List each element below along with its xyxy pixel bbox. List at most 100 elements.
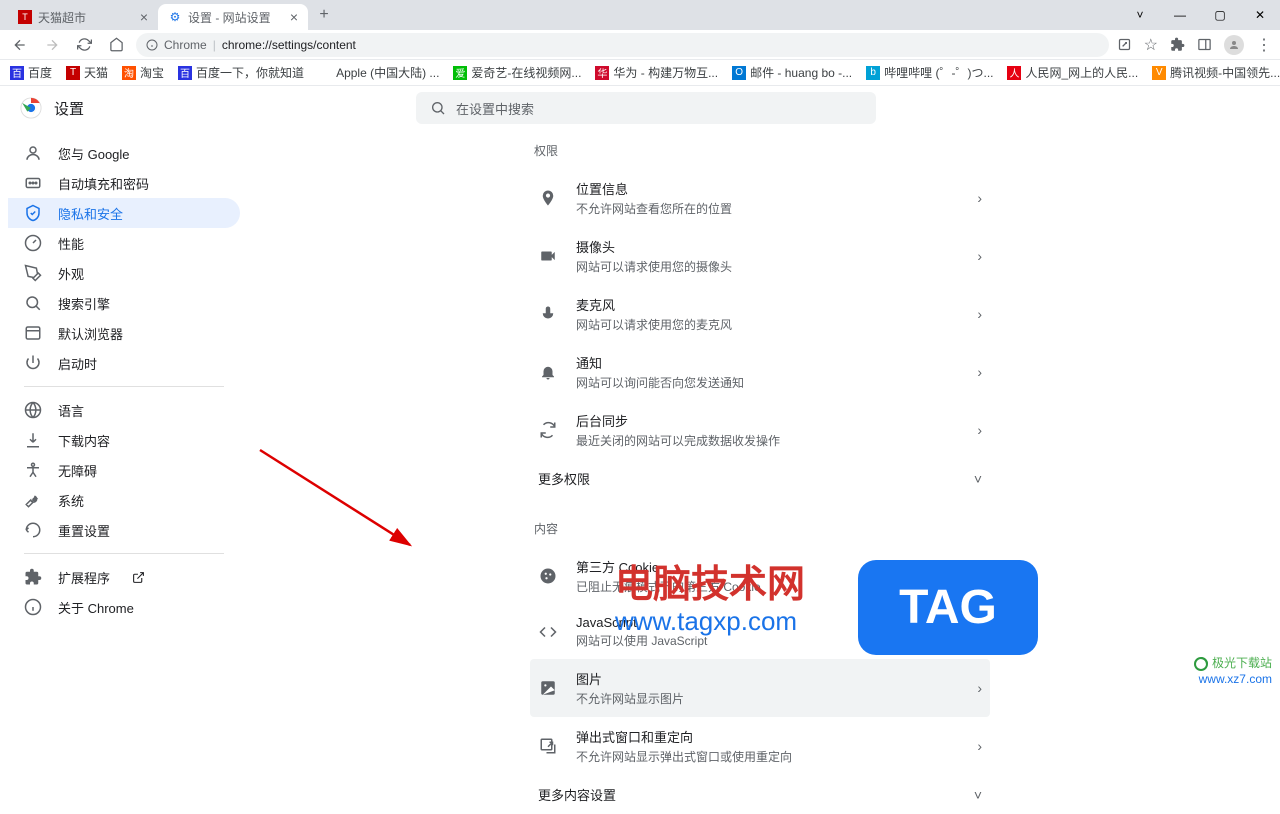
sidebar-item-label: 默认浏览器 — [58, 324, 123, 343]
power-icon — [24, 354, 42, 372]
sidebar-item-label: 关于 Chrome — [58, 598, 134, 617]
bookmark-item[interactable]: 华华为 - 构建万物互... — [595, 64, 718, 81]
search-icon — [430, 100, 446, 116]
chevron-right-icon: › — [977, 306, 982, 322]
tab-label: 设置 - 网站设置 — [188, 9, 271, 26]
back-button[interactable] — [8, 33, 32, 57]
sidebar-item[interactable]: 启动时 — [8, 348, 240, 378]
sidebar-item-label: 性能 — [58, 234, 84, 253]
tab-label: 天猫超市 — [38, 9, 86, 26]
sidebar-item[interactable]: 隐私和安全 — [8, 198, 240, 228]
toolbar-right: ☆ ⋮ — [1117, 35, 1272, 55]
sidebar-item[interactable]: 扩展程序 — [8, 562, 240, 592]
forward-button[interactable] — [40, 33, 64, 57]
sidebar-item[interactable]: 系统 — [8, 485, 240, 515]
close-button[interactable]: ✕ — [1240, 0, 1280, 30]
speed-icon — [24, 234, 42, 252]
sidebar-item-label: 隐私和安全 — [58, 204, 123, 223]
row-subtitle: 不允许网站查看您所在的位置 — [576, 200, 959, 217]
sidebar-item[interactable]: 性能 — [8, 228, 240, 258]
window-controls: ˅ — ▢ ✕ — [1120, 0, 1280, 30]
bookmark-item[interactable]: 百百度 — [10, 64, 52, 81]
sidebar-item[interactable]: 重置设置 — [8, 515, 240, 545]
shield-icon — [24, 204, 42, 222]
new-tab-button[interactable]: + — [312, 3, 336, 27]
settings-row[interactable]: 麦克风网站可以请求使用您的麦克风› — [530, 285, 990, 343]
row-subtitle: 网站可以请求使用您的摄像头 — [576, 258, 959, 275]
close-icon[interactable]: × — [140, 9, 148, 25]
window-titlebar: T 天猫超市 × ⚙ 设置 - 网站设置 × + ˅ — ▢ ✕ — [0, 0, 1280, 30]
bookmark-item[interactable]: 爱爱奇艺-在线视频网... — [453, 64, 581, 81]
sidebar-item-label: 启动时 — [58, 354, 97, 373]
browser-tab[interactable]: T 天猫超市 × — [8, 4, 158, 30]
url-scheme: Chrome — [164, 38, 207, 52]
bell-icon — [538, 363, 558, 381]
settings-row[interactable]: 弹出式窗口和重定向不允许网站显示弹出式窗口或使用重定向› — [530, 717, 990, 775]
row-title: 位置信息 — [576, 179, 959, 198]
sidebar-item[interactable]: 无障碍 — [8, 455, 240, 485]
sidebar-item[interactable]: 关于 Chrome — [8, 592, 240, 622]
sync-icon — [538, 421, 558, 439]
sidebar-item[interactable]: 自动填充和密码 — [8, 168, 240, 198]
minimize-button[interactable]: — — [1160, 0, 1200, 30]
search-icon — [24, 294, 42, 312]
menu-icon[interactable]: ⋮ — [1256, 35, 1272, 55]
more-permissions[interactable]: 更多权限 ˅ — [530, 459, 990, 498]
search-placeholder: 在设置中搜索 — [456, 99, 534, 118]
bookmark-item[interactable]: Apple (中国大陆) ... — [318, 64, 439, 81]
tabs-row: T 天猫超市 × ⚙ 设置 - 网站设置 × + — [0, 0, 1120, 30]
reload-button[interactable] — [72, 33, 96, 57]
extension-icon — [24, 568, 42, 586]
chevron-down-icon[interactable]: ˅ — [1120, 0, 1160, 30]
profile-icon[interactable] — [1224, 35, 1244, 55]
chevron-right-icon: › — [977, 680, 982, 696]
bookmark-item[interactable]: 人人民网_网上的人民... — [1007, 64, 1138, 81]
settings-row[interactable]: 位置信息不允许网站查看您所在的位置› — [530, 169, 990, 227]
watermark-xz7: 极光下载站 www.xz7.com — [1193, 654, 1272, 686]
settings-row[interactable]: 摄像头网站可以请求使用您的摄像头› — [530, 227, 990, 285]
url-text: chrome://settings/content — [222, 38, 356, 52]
bookmark-item[interactable]: b哔哩哔哩 (゜-゜)つ... — [866, 64, 993, 81]
sidebar-item-label: 搜索引擎 — [58, 294, 110, 313]
sidepanel-icon[interactable] — [1197, 37, 1212, 52]
tmall-icon: T — [18, 10, 32, 24]
close-icon[interactable]: × — [290, 9, 298, 25]
settings-search[interactable]: 在设置中搜索 — [416, 92, 876, 124]
row-subtitle: 不允许网站显示弹出式窗口或使用重定向 — [576, 748, 959, 765]
sidebar-item[interactable]: 下载内容 — [8, 425, 240, 455]
bookmark-item[interactable]: T天猫 — [66, 64, 108, 81]
bookmark-item[interactable]: O邮件 - huang bo -... — [732, 64, 852, 81]
row-title: 图片 — [576, 669, 959, 688]
sidebar-item-label: 扩展程序 — [58, 568, 110, 587]
settings-row[interactable]: 通知网站可以询问能否向您发送通知› — [530, 343, 990, 401]
sidebar-item-label: 外观 — [58, 264, 84, 283]
chevron-right-icon: › — [977, 422, 982, 438]
share-icon[interactable] — [1117, 37, 1132, 52]
bookmark-item[interactable]: V腾讯视频-中国领先... — [1152, 64, 1280, 81]
sidebar-item[interactable]: 语言 — [8, 395, 240, 425]
star-icon[interactable]: ☆ — [1144, 35, 1158, 55]
url-field[interactable]: Chrome | chrome://settings/content — [136, 33, 1109, 57]
image-icon — [538, 679, 558, 697]
bookmark-item[interactable]: 淘淘宝 — [122, 64, 164, 81]
row-title: 后台同步 — [576, 411, 959, 430]
camera-icon — [538, 247, 558, 265]
maximize-button[interactable]: ▢ — [1200, 0, 1240, 30]
sidebar-item[interactable]: 默认浏览器 — [8, 318, 240, 348]
settings-row[interactable]: 图片不允许网站显示图片› — [530, 659, 990, 717]
location-icon — [538, 189, 558, 207]
more-content-settings[interactable]: 更多内容设置 ˅ — [530, 775, 990, 814]
sidebar-item[interactable]: 外观 — [8, 258, 240, 288]
home-button[interactable] — [104, 33, 128, 57]
bookmark-item[interactable]: 百百度一下，你就知道 — [178, 64, 304, 81]
cookie-icon — [538, 567, 558, 585]
sidebar-item[interactable]: 搜索引擎 — [8, 288, 240, 318]
external-link-icon — [132, 571, 145, 584]
sidebar-item[interactable]: 您与 Google — [8, 138, 240, 168]
address-bar: Chrome | chrome://settings/content ☆ ⋮ — [0, 30, 1280, 60]
extensions-icon[interactable] — [1170, 37, 1185, 52]
settings-row[interactable]: 后台同步最近关闭的网站可以完成数据收发操作› — [530, 401, 990, 459]
settings-header: 设置 在设置中搜索 — [0, 86, 1280, 130]
mic-icon — [538, 305, 558, 323]
browser-tab-active[interactable]: ⚙ 设置 - 网站设置 × — [158, 4, 308, 30]
